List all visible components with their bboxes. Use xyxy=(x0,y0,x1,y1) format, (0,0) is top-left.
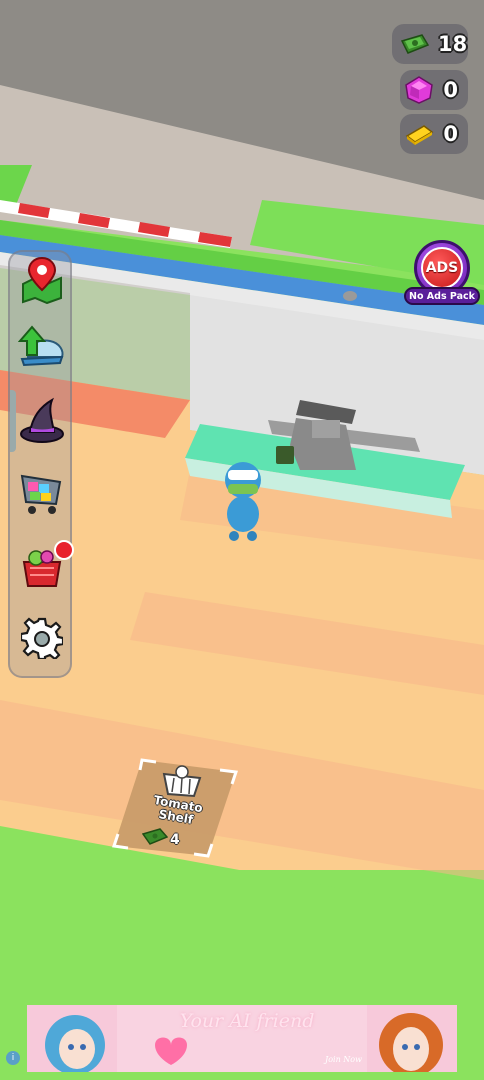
witch-hat-button[interactable] xyxy=(16,396,68,448)
no-ads-pack-button[interactable]: ADS No Ads Pack xyxy=(404,240,480,310)
cap-upgrade-icon xyxy=(17,325,66,375)
cash-icon xyxy=(400,30,430,58)
banner-cta[interactable]: Join Now xyxy=(325,1055,362,1064)
banner-title: Your AI friend xyxy=(179,1010,315,1032)
witch-hat-icon xyxy=(18,396,66,448)
gear-icon xyxy=(19,617,65,663)
upgrades-button[interactable] xyxy=(16,324,68,376)
banner-ad[interactable]: Your AI friend Join Now xyxy=(27,1005,457,1072)
ad-info-icon[interactable]: i xyxy=(6,1051,20,1065)
map-pin-icon xyxy=(19,256,65,308)
gold-bar-icon xyxy=(404,120,434,148)
game-scene xyxy=(0,0,484,1080)
tomato-shelf-purchase-tile[interactable]: Tomato Shelf 4 xyxy=(112,758,238,858)
shelf-price: 4 xyxy=(170,832,180,848)
cash-counter: 18 xyxy=(392,24,468,64)
basket-button[interactable] xyxy=(16,540,74,594)
ads-pack-label: No Ads Pack xyxy=(404,287,480,305)
gem-amount: 0 xyxy=(443,78,458,102)
gem-counter: 0 xyxy=(400,70,468,110)
side-menu xyxy=(8,250,74,678)
gold-amount: 0 xyxy=(443,122,458,146)
notification-dot xyxy=(54,540,74,560)
cash-amount: 18 xyxy=(438,32,468,56)
gold-counter: 0 xyxy=(400,114,468,154)
settings-button[interactable] xyxy=(16,614,68,666)
gem-icon xyxy=(404,76,434,104)
ads-badge-text: ADS xyxy=(421,247,463,289)
shopping-cart-button[interactable] xyxy=(16,468,68,520)
map-button[interactable] xyxy=(16,256,68,308)
shopping-cart-icon xyxy=(18,468,66,520)
shelf-cash-icon xyxy=(141,828,169,850)
